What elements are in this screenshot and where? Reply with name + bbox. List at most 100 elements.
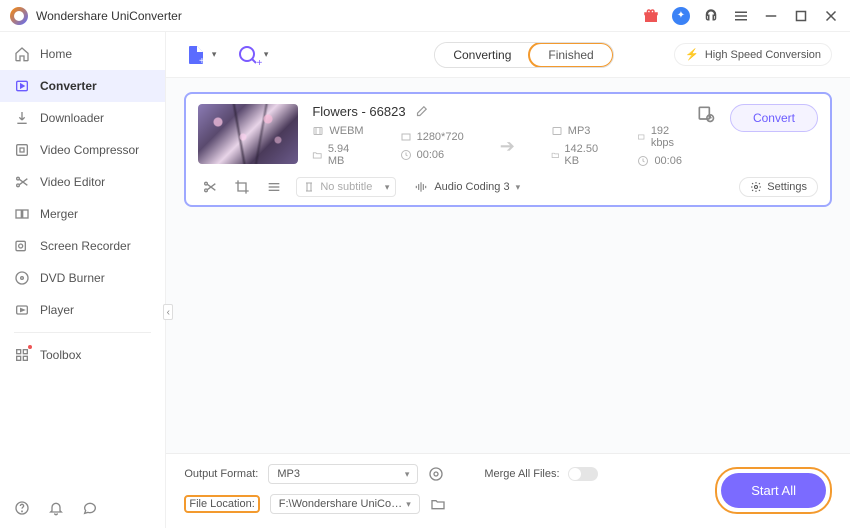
status-segmented: Converting Finished [434,42,613,68]
app-logo [10,7,28,25]
help-icon[interactable] [14,500,30,516]
file-card: Flowers - 66823 WEBM 5.94 MB 1280*720 00… [184,92,832,207]
download-icon [14,110,30,126]
src-duration: 00:06 [417,149,445,161]
gear-icon [750,181,762,193]
waveform-icon [414,180,428,194]
account-icon[interactable]: ✦ [672,7,690,25]
file-location-label: File Location: [184,495,259,513]
output-format-select[interactable]: MP3 ▾ [268,464,418,484]
sidebar-item-label: Merger [40,207,78,221]
arrow-icon: ➔ [500,136,515,157]
play-icon [14,302,30,318]
minimize-icon[interactable] [762,7,780,25]
film-icon [312,125,324,137]
titlebar: Wondershare UniConverter ✦ [0,0,850,32]
sidebar-item-player[interactable]: Player [0,294,165,326]
high-speed-toggle[interactable]: ⚡ High Speed Conversion [674,43,832,66]
toolbar: + ▾ + ▾ Converting Finished ⚡ High Speed… [166,32,850,78]
recorder-icon [14,238,30,254]
sidebar-item-converter[interactable]: Converter [0,70,165,102]
output-format-label: Output Format: [184,468,258,480]
sidebar-item-merger[interactable]: Merger [0,198,165,230]
audio-icon [551,125,563,137]
feedback-icon[interactable] [82,500,98,516]
file-location-value: F:\Wondershare UniConverter [279,498,406,510]
sidebar-item-toolbox[interactable]: Toolbox [0,339,165,371]
sidebar-item-compressor[interactable]: Video Compressor [0,134,165,166]
tab-finished[interactable]: Finished [528,42,613,68]
sidebar-item-label: Video Compressor [40,143,139,157]
chevron-down-icon: ▾ [385,182,390,193]
chevron-down-icon: ▾ [212,49,217,60]
sidebar-item-dvd[interactable]: DVD Burner [0,262,165,294]
src-resolution: 1280*720 [417,131,464,143]
support-icon[interactable] [702,7,720,25]
main-panel: + ▾ + ▾ Converting Finished ⚡ High Speed… [166,32,850,528]
tab-converting[interactable]: Converting [435,43,529,67]
sidebar-item-label: DVD Burner [40,271,105,285]
notification-dot [28,345,32,349]
folder-icon [312,149,322,161]
sidebar-item-downloader[interactable]: Downloader [0,102,165,134]
chevron-down-icon: ▾ [405,469,410,480]
edit-title-icon[interactable] [414,105,428,119]
speed-label: High Speed Conversion [705,49,821,61]
dst-format: MP3 [568,125,591,137]
grid-icon [14,347,30,363]
bitrate-icon [637,131,645,143]
divider [14,332,151,333]
video-thumbnail[interactable] [198,104,298,164]
footer: Output Format: MP3 ▾ Merge All Files: Fi… [166,453,850,528]
clock-icon [637,155,649,167]
add-file-button[interactable]: + ▾ [184,43,208,67]
item-settings-button[interactable]: Settings [739,177,818,197]
sidebar-item-label: Converter [40,79,97,93]
subtitle-icon [303,181,315,193]
crop-icon[interactable] [234,179,250,195]
more-icon[interactable] [266,179,282,195]
bell-icon[interactable] [48,500,64,516]
converter-icon [14,78,30,94]
file-title: Flowers - 66823 [312,104,405,119]
add-url-button[interactable]: + ▾ [236,43,260,67]
subtitle-value: No subtitle [320,181,372,193]
sidebar-item-label: Downloader [40,111,104,125]
trim-icon[interactable] [202,179,218,195]
sidebar-item-label: Toolbox [40,348,81,362]
svg-text:+: + [199,56,205,67]
convert-button[interactable]: Convert [730,104,818,132]
home-icon [14,46,30,62]
sidebar-item-home[interactable]: Home [0,38,165,70]
merge-toggle[interactable] [568,467,598,481]
chevron-down-icon: ▾ [264,49,269,60]
dst-bitrate: 192 kbps [651,125,682,149]
audio-track-select[interactable]: Audio Coding 3 ▾ [406,177,528,197]
dst-duration: 00:06 [654,155,682,167]
gift-icon[interactable] [642,7,660,25]
chevron-down-icon: ▾ [516,182,521,193]
sidebar-item-label: Home [40,47,72,61]
sidebar-item-label: Video Editor [40,175,105,189]
clock-icon [400,149,412,161]
merger-icon [14,206,30,222]
sidebar-collapse-handle[interactable]: ‹ [163,304,173,320]
start-all-button[interactable]: Start All [721,473,826,508]
disc-icon [14,270,30,286]
close-icon[interactable] [822,7,840,25]
open-folder-icon[interactable] [430,496,446,512]
menu-icon[interactable] [732,7,750,25]
src-format: WEBM [329,125,363,137]
file-settings-icon[interactable] [696,104,716,124]
settings-label: Settings [767,181,807,193]
sidebar-item-editor[interactable]: Video Editor [0,166,165,198]
format-settings-icon[interactable] [428,466,444,482]
merge-label: Merge All Files: [484,468,559,480]
sidebar-item-recorder[interactable]: Screen Recorder [0,230,165,262]
lightning-icon: ⚡ [685,48,699,61]
sidebar-item-label: Player [40,303,74,317]
maximize-icon[interactable] [792,7,810,25]
file-location-select[interactable]: F:\Wondershare UniConverter ▾ [270,494,420,514]
start-all-highlight: Start All [715,467,832,514]
subtitle-select[interactable]: No subtitle ▾ [296,177,396,197]
